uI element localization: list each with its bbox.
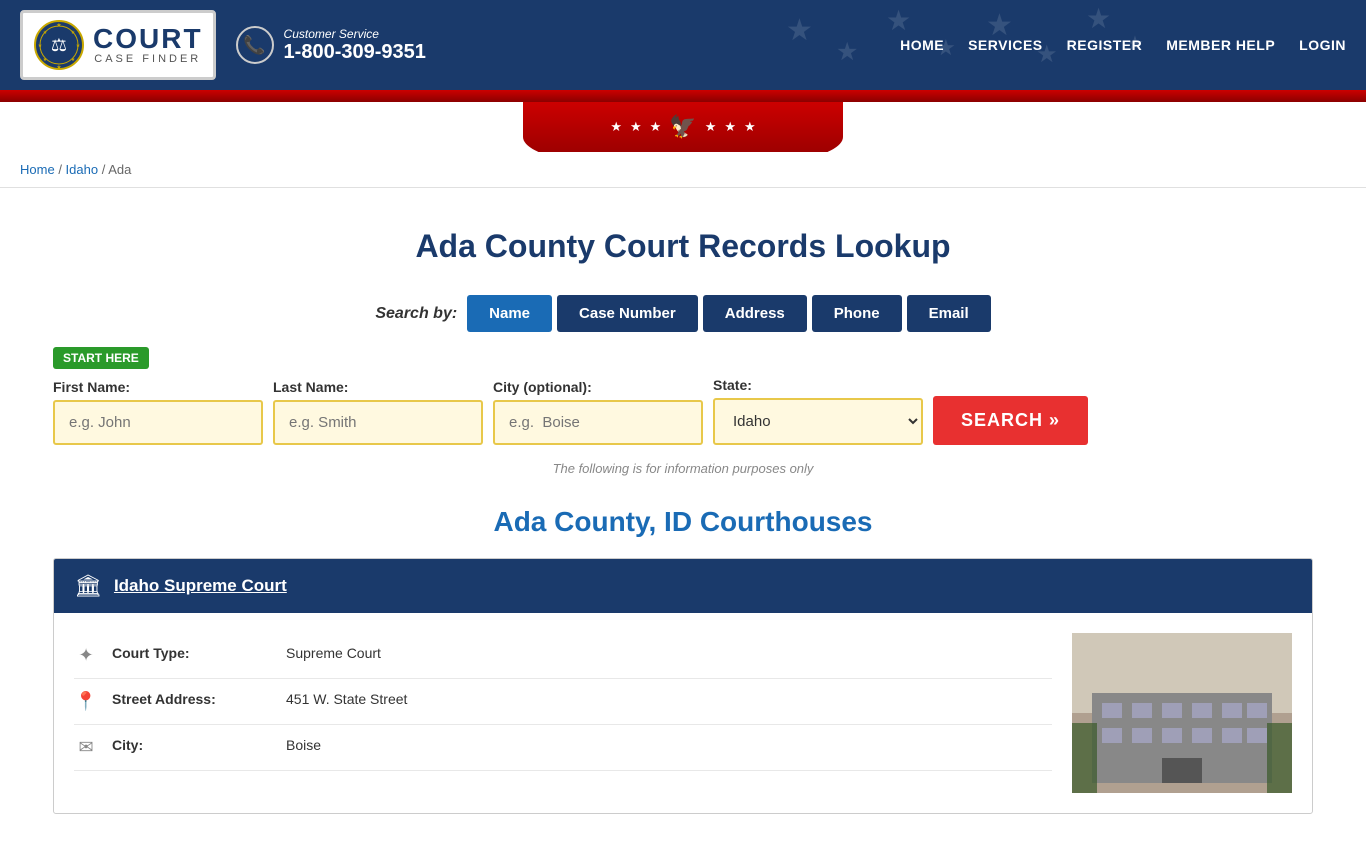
svg-text:★: ★: [886, 5, 911, 36]
logo-case-finder-text: CASE FINDER: [93, 53, 203, 65]
search-section: Search by: Name Case Number Address Phon…: [53, 295, 1313, 476]
search-tab-phone[interactable]: Phone: [812, 295, 902, 332]
nav-login[interactable]: LOGIN: [1299, 37, 1346, 53]
ribbon-arch: ★ ★ ★ 🦅 ★ ★ ★: [0, 102, 1366, 152]
breadcrumb-state[interactable]: Idaho: [66, 162, 99, 177]
address-icon: 📍: [74, 691, 98, 712]
court-type-label: Court Type:: [112, 645, 272, 661]
svg-text:★: ★: [836, 38, 858, 66]
svg-text:★: ★: [786, 14, 813, 47]
customer-service: 📞 Customer Service 1-800-309-9351: [236, 26, 426, 64]
page-title: Ada County Court Records Lookup: [53, 228, 1313, 265]
header-stars-decoration: ★ ★ ★ ★ ★ ★ ★ ★: [766, 0, 1166, 90]
court-type-value: Supreme Court: [286, 645, 381, 661]
last-name-group: Last Name:: [273, 379, 483, 445]
courthouse-icon: 🏛: [74, 573, 102, 599]
courthouse-image: [1072, 633, 1292, 793]
svg-text:★: ★: [56, 22, 61, 29]
first-name-label: First Name:: [53, 379, 263, 395]
city-group: City (optional):: [493, 379, 703, 445]
star-right-2: ★: [724, 119, 736, 135]
svg-text:★: ★: [71, 57, 76, 63]
site-logo[interactable]: ★ ★ ★ ★ ★ ★ ★ ★ ⚖ COURT CASE FINDER: [20, 10, 216, 80]
svg-text:★: ★: [56, 64, 61, 71]
city-input[interactable]: [493, 400, 703, 445]
search-tab-email[interactable]: Email: [907, 295, 991, 332]
breadcrumb-sep-1: /: [58, 162, 65, 177]
search-form-row: First Name: Last Name: City (optional): …: [53, 377, 1313, 445]
svg-text:★: ★: [1036, 41, 1058, 68]
courthouse-name-link[interactable]: Idaho Supreme Court: [114, 576, 287, 596]
svg-text:★: ★: [1126, 33, 1144, 55]
red-ribbon: [0, 90, 1366, 102]
star-right-3: ★: [744, 119, 756, 135]
city-row: ✉ City: Boise: [74, 725, 1052, 771]
breadcrumb-home[interactable]: Home: [20, 162, 55, 177]
svg-text:★: ★: [1086, 3, 1111, 34]
search-tab-address[interactable]: Address: [703, 295, 807, 332]
city-detail-value: Boise: [286, 737, 321, 753]
courthouse-building-svg: [1072, 633, 1292, 793]
customer-service-label: Customer Service: [284, 27, 426, 41]
info-note: The following is for information purpose…: [53, 461, 1313, 476]
first-name-group: First Name:: [53, 379, 263, 445]
star-right-1: ★: [705, 119, 717, 135]
svg-text:★: ★: [986, 9, 1013, 42]
svg-text:★: ★: [43, 30, 48, 36]
site-header: ★ ★ ★ ★ ★ ★ ★ ★ ★ ★ ★ ★ ★ ★ ★ ★: [0, 0, 1366, 90]
breadcrumb: Home / Idaho / Ada: [0, 152, 1366, 188]
city-detail-icon: ✉: [74, 737, 98, 758]
star-left-2: ★: [630, 119, 642, 135]
nav-member-help[interactable]: MEMBER HELP: [1166, 37, 1275, 53]
star-left-3: ★: [650, 119, 662, 135]
logo-court-text: COURT: [93, 25, 203, 53]
svg-text:★: ★: [936, 35, 956, 60]
logo-emblem-icon: ★ ★ ★ ★ ★ ★ ★ ★ ⚖: [33, 19, 85, 71]
eagle-icon: 🦅: [669, 114, 696, 140]
svg-text:★: ★: [71, 30, 76, 36]
customer-service-text: Customer Service 1-800-309-9351: [284, 27, 426, 64]
last-name-input[interactable]: [273, 400, 483, 445]
search-button[interactable]: SEARCH »: [933, 396, 1088, 445]
phone-icon: 📞: [236, 26, 274, 64]
state-label: State:: [713, 377, 923, 393]
address-label: Street Address:: [112, 691, 272, 707]
logo-text: COURT CASE FINDER: [93, 25, 203, 65]
courthouse-body: ✦ Court Type: Supreme Court 📍 Street Add…: [54, 613, 1312, 813]
svg-text:★: ★: [38, 43, 43, 49]
address-value: 451 W. State Street: [286, 691, 407, 707]
star-left-1: ★: [610, 119, 622, 135]
last-name-label: Last Name:: [273, 379, 483, 395]
svg-text:★: ★: [76, 43, 81, 49]
state-group: State: Idaho Alabama Alaska Arizona: [713, 377, 923, 445]
first-name-input[interactable]: [53, 400, 263, 445]
header-left: ★ ★ ★ ★ ★ ★ ★ ★ ⚖ COURT CASE FINDER 📞 Cu…: [20, 10, 426, 80]
city-label: City (optional):: [493, 379, 703, 395]
state-select[interactable]: Idaho Alabama Alaska Arizona: [713, 398, 923, 445]
breadcrumb-county: Ada: [108, 162, 131, 177]
courthouse-card: 🏛 Idaho Supreme Court ✦ Court Type: Supr…: [53, 558, 1313, 814]
court-type-row: ✦ Court Type: Supreme Court: [74, 633, 1052, 679]
eagle-stars: ★ ★ ★ 🦅 ★ ★ ★: [610, 114, 755, 140]
address-row: 📍 Street Address: 451 W. State Street: [74, 679, 1052, 725]
main-content: Ada County Court Records Lookup Search b…: [33, 188, 1333, 854]
customer-service-phone: 1-800-309-9351: [284, 41, 426, 64]
svg-text:★: ★: [43, 57, 48, 63]
search-by-label: Search by:: [375, 305, 457, 323]
courthouse-details: ✦ Court Type: Supreme Court 📍 Street Add…: [74, 633, 1052, 793]
search-by-row: Search by: Name Case Number Address Phon…: [53, 295, 1313, 332]
courthouses-title: Ada County, ID Courthouses: [53, 506, 1313, 538]
svg-text:⚖: ⚖: [51, 35, 67, 55]
courthouse-header: 🏛 Idaho Supreme Court: [54, 559, 1312, 613]
start-here-badge: START HERE: [53, 347, 149, 369]
search-tab-name[interactable]: Name: [467, 295, 552, 332]
search-tab-case-number[interactable]: Case Number: [557, 295, 698, 332]
city-detail-label: City:: [112, 737, 272, 753]
court-type-icon: ✦: [74, 645, 98, 666]
